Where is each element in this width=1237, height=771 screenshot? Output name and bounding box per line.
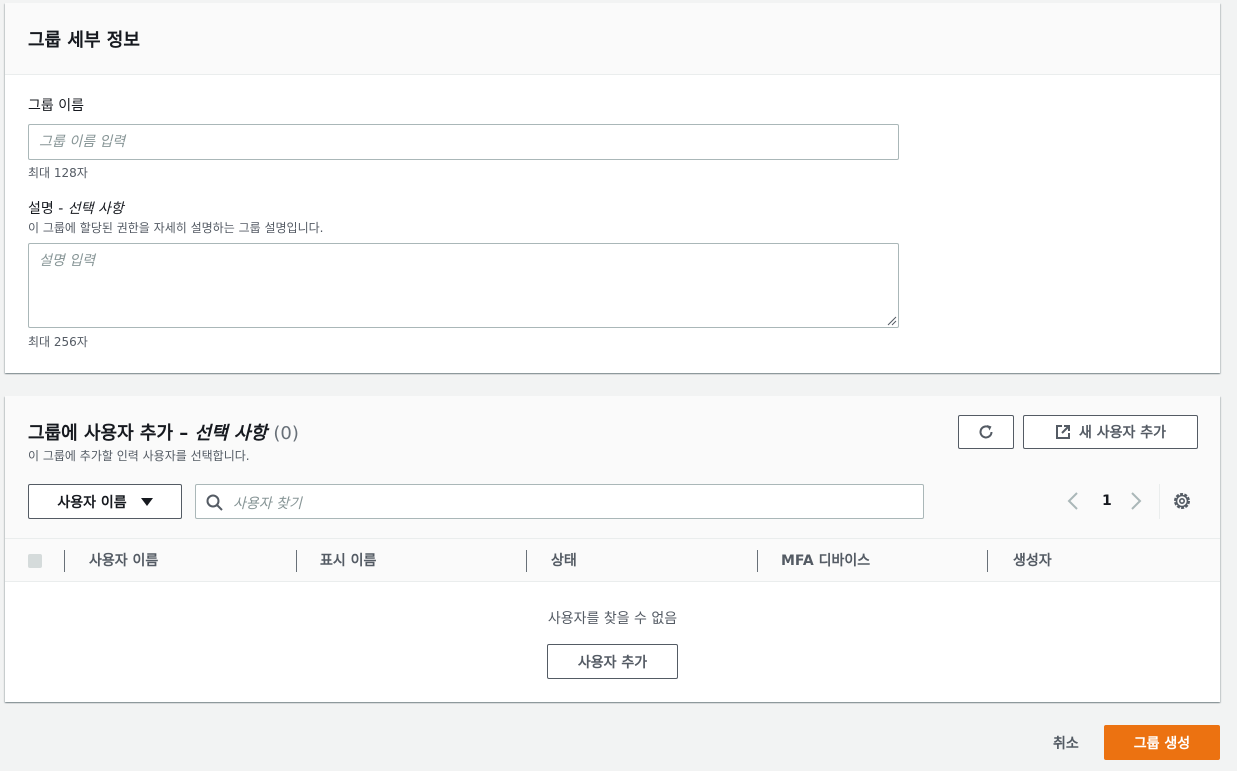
users-table-header: 사용자 이름 표시 이름 상태 MFA 디바이스 생성자 <box>5 538 1220 582</box>
column-header-username[interactable]: 사용자 이름 <box>89 550 158 570</box>
select-all-checkbox[interactable] <box>28 554 42 568</box>
search-placeholder: 사용자 찾기 <box>233 496 302 512</box>
add-users-title: 그룹에 사용자 추가 – 선택 사항 (0) <box>28 419 299 445</box>
column-divider <box>296 550 297 572</box>
add-new-user-label: 새 사용자 추가 <box>1078 425 1167 441</box>
column-divider <box>526 550 527 572</box>
description-label: 설명 - 선택 사항 <box>28 198 124 218</box>
chevron-right-icon[interactable] <box>1130 492 1142 510</box>
description-placeholder: 설명 입력 <box>39 253 95 269</box>
filter-property-select[interactable]: 사용자 이름 <box>28 484 182 519</box>
column-header-mfa[interactable]: MFA 디바이스 <box>781 550 870 570</box>
add-users-subtitle: 이 그룹에 추가할 인력 사용자를 선택합니다. <box>28 449 250 463</box>
group-name-hint: 최대 128자 <box>28 166 88 180</box>
pager-divider <box>1159 484 1160 519</box>
add-new-user-button[interactable]: 새 사용자 추가 <box>1023 415 1198 449</box>
filter-property-label: 사용자 이름 <box>57 494 127 511</box>
group-name-input[interactable]: 그룹 이름 입력 <box>28 124 899 160</box>
description-optional: 선택 사항 <box>67 201 124 217</box>
group-name-label: 그룹 이름 <box>28 98 84 114</box>
group-details-panel: 그룹 세부 정보 그룹 이름 그룹 이름 입력 최대 128자 설명 - 선택 … <box>5 3 1220 373</box>
column-header-created-by[interactable]: 생성자 <box>1013 550 1052 570</box>
external-link-icon <box>1055 425 1070 439</box>
create-group-button[interactable]: 그룹 생성 <box>1104 725 1220 760</box>
resize-grip-icon[interactable] <box>887 316 897 326</box>
column-divider <box>987 550 988 572</box>
search-icon <box>206 494 223 511</box>
group-details-header: 그룹 세부 정보 <box>5 3 1220 75</box>
caret-down-icon <box>140 497 153 506</box>
add-users-title-text: 그룹에 사용자 추가 – <box>28 423 195 444</box>
refresh-button[interactable] <box>958 415 1014 449</box>
empty-state-message: 사용자를 찾을 수 없음 <box>547 611 678 627</box>
add-user-button[interactable]: 사용자 추가 <box>547 644 678 679</box>
column-divider <box>757 550 758 572</box>
refresh-icon <box>979 425 993 439</box>
description-textarea[interactable]: 설명 입력 <box>28 243 899 328</box>
users-count: (0) <box>273 423 299 444</box>
add-users-optional: 선택 사항 <box>194 423 268 444</box>
current-page-number[interactable]: 1 <box>1102 493 1112 509</box>
chevron-left-icon[interactable] <box>1067 492 1079 510</box>
column-header-display-name[interactable]: 표시 이름 <box>320 550 376 570</box>
description-help-text: 이 그룹에 할당된 권한을 자세히 설명하는 그룹 설명입니다. <box>28 221 324 235</box>
column-header-status[interactable]: 상태 <box>551 550 577 570</box>
group-details-title: 그룹 세부 정보 <box>28 30 140 51</box>
add-users-panel: 그룹에 사용자 추가 – 선택 사항 (0) 이 그룹에 추가할 인력 사용자를… <box>5 396 1220 702</box>
gear-icon[interactable] <box>1172 491 1192 511</box>
description-label-text: 설명 - <box>28 201 68 217</box>
user-search-input[interactable]: 사용자 찾기 <box>195 484 924 519</box>
column-divider <box>64 550 65 572</box>
cancel-button[interactable]: 취소 <box>1039 725 1093 760</box>
description-hint: 최대 256자 <box>28 335 88 349</box>
add-users-header: 그룹에 사용자 추가 – 선택 사항 (0) 이 그룹에 추가할 인력 사용자를… <box>5 396 1220 538</box>
